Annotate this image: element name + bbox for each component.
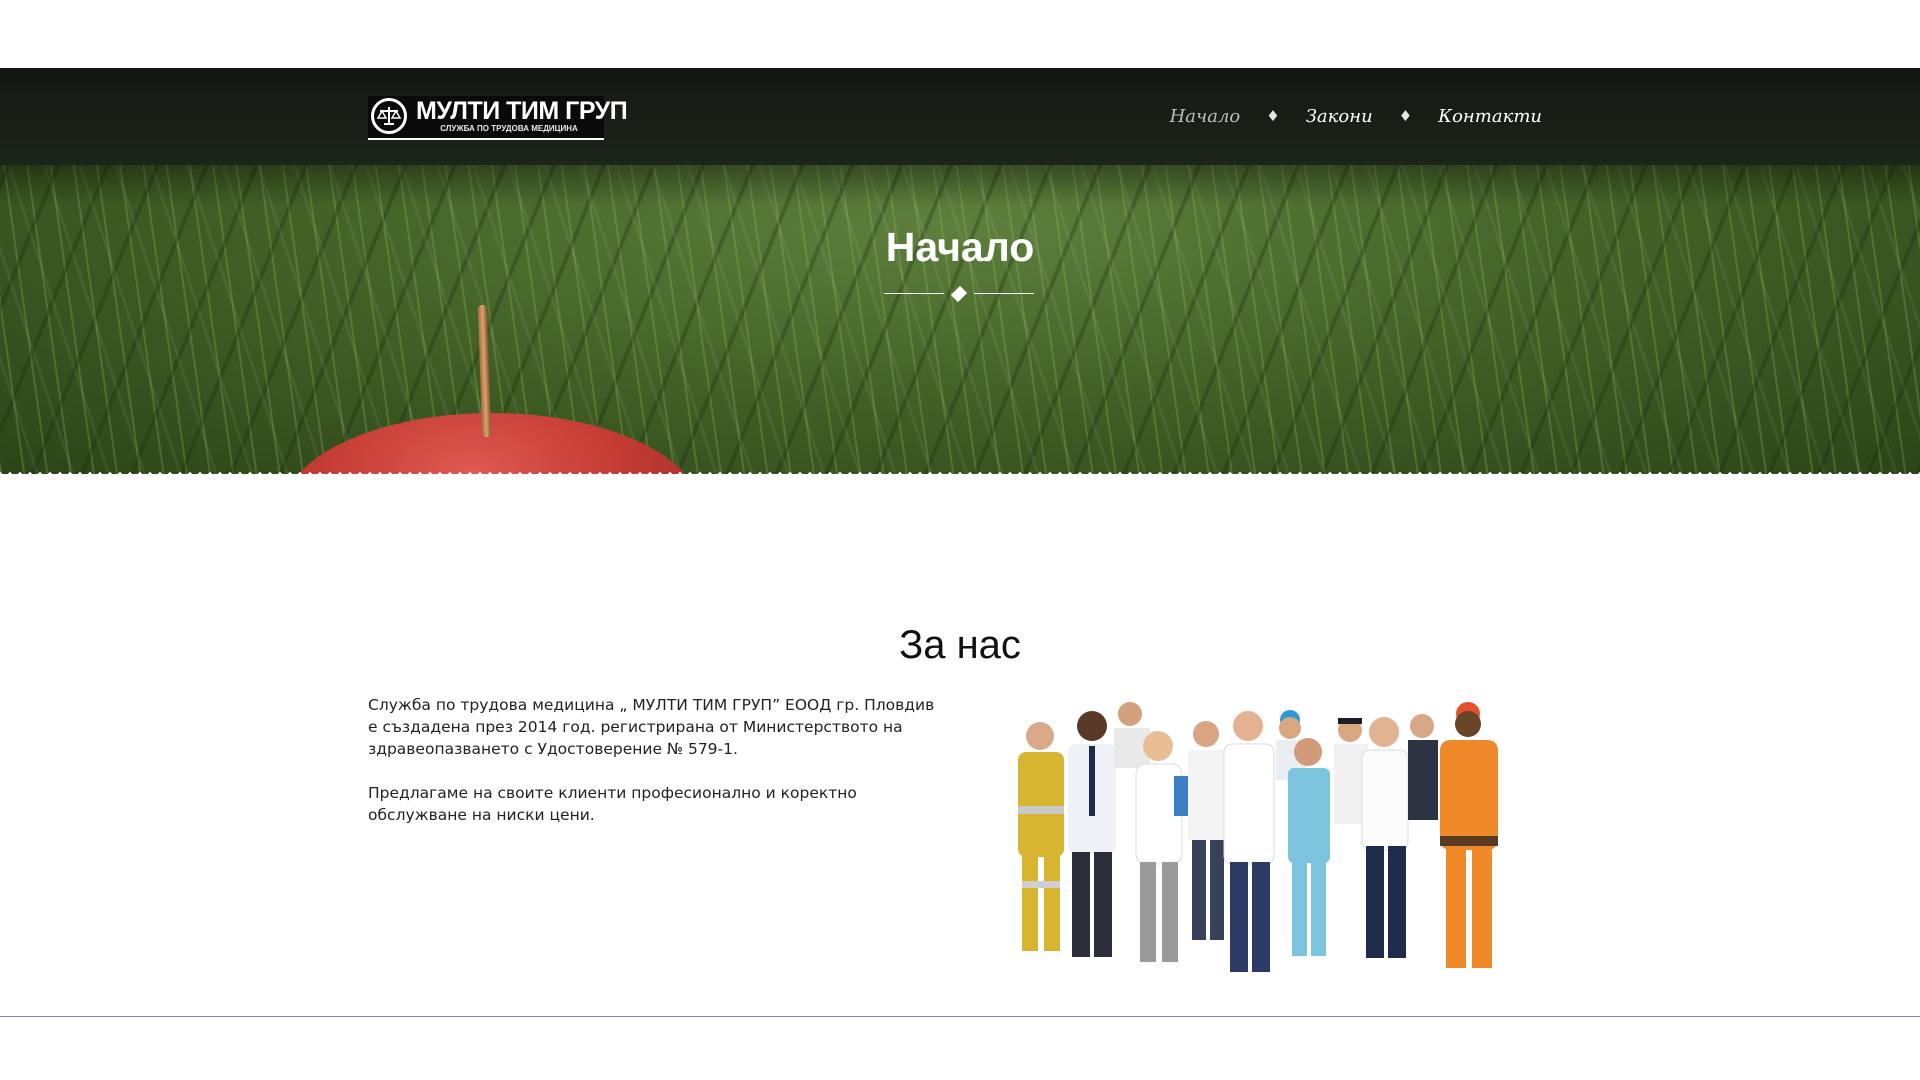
worker-figure [1068,711,1116,957]
worker-figure [1114,702,1150,768]
page-title: Начало [885,224,1035,271]
bottom-divider [0,1016,1920,1017]
worker-figure [1135,731,1188,962]
worker-figure [1223,711,1275,972]
hero-shade [0,165,1920,205]
divider-line [884,293,944,294]
nav-item-laws[interactable]: Закони [1306,106,1373,127]
worker-figure [1018,722,1064,951]
about-text: Служба по трудова медицина „ МУЛТИ ТИМ Г… [368,694,942,848]
nav-item-contacts[interactable]: Контакти [1438,106,1542,127]
site-logo[interactable]: МУЛТИ ТИМ ГРУП СЛУЖБА ПО ТРУДОВА МЕДИЦИН… [368,96,628,140]
about-paragraph: Предлагаме на своите клиенти професионал… [368,784,857,824]
about-paragraph: Служба по трудова медицина „ МУЛТИ ТИМ Г… [368,696,935,758]
main-menu: Начало ♦ Закони ♦ Контакти [1170,68,1542,165]
zigzag-edge [0,464,1920,474]
title-divider [884,285,1034,303]
worker-figure [1288,738,1330,956]
logo-tagline: СЛУЖБА ПО ТРУДОВА МЕДИЦИНА [440,124,578,133]
top-navbar: МУЛТИ ТИМ ГРУП СЛУЖБА ПО ТРУДОВА МЕДИЦИН… [0,68,1920,165]
diamond-icon: ♦ [1266,107,1280,125]
workers-group-image [978,696,1536,1012]
worker-figure [1361,717,1409,958]
worker-figure [1188,721,1226,940]
divider-line [974,293,1034,294]
worker-figure [1408,714,1438,820]
about-heading: За нас [899,623,1021,667]
logo-title: МУЛТИ ТИМ ГРУП [416,97,628,125]
diamond-icon [950,285,968,303]
worker-figure [1440,702,1498,968]
hero-banner: Начало [0,165,1920,474]
nav-item-home[interactable]: Начало [1170,106,1241,127]
diamond-icon: ♦ [1398,107,1413,125]
scales-icon [371,98,407,134]
